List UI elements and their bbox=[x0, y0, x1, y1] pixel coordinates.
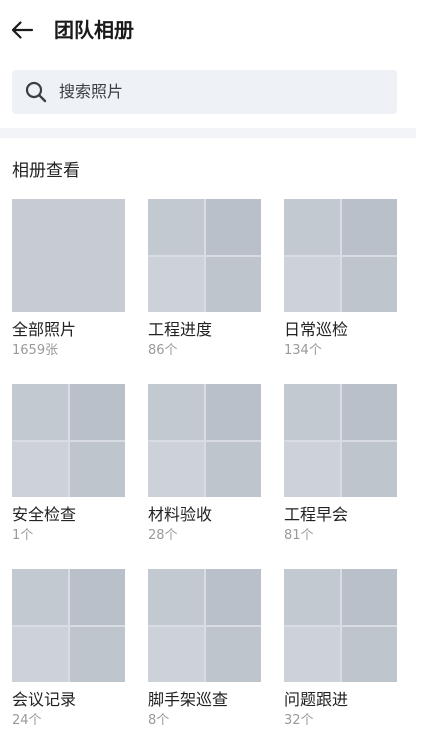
album-name: 安全检查 bbox=[12, 505, 77, 524]
search-placeholder: 搜索照片 bbox=[59, 82, 124, 101]
album-name: 会议记录 bbox=[12, 690, 77, 709]
cover-tile bbox=[341, 384, 397, 440]
cover-tile bbox=[148, 256, 204, 312]
album-cover bbox=[284, 569, 397, 682]
album-all-photos[interactable]: 全部照片 1659张 bbox=[12, 199, 125, 359]
album-safety-check[interactable]: 安全检查 1个 bbox=[12, 384, 125, 544]
cover-tile bbox=[205, 626, 261, 682]
album-name: 问题跟进 bbox=[284, 690, 349, 709]
album-cover bbox=[284, 384, 397, 497]
cover-tile bbox=[341, 199, 397, 255]
section-divider bbox=[0, 128, 416, 138]
header-bar: 团队相册 bbox=[0, 0, 436, 60]
album-name: 全部照片 bbox=[12, 320, 77, 339]
album-cover bbox=[12, 384, 125, 497]
album-progress[interactable]: 工程进度 86个 bbox=[148, 199, 261, 359]
cover-tile bbox=[148, 569, 204, 625]
page-title: 团队相册 bbox=[54, 18, 134, 42]
album-count: 24个 bbox=[12, 713, 42, 728]
cover-tile bbox=[69, 441, 125, 497]
cover-tile bbox=[69, 384, 125, 440]
cover-tile bbox=[69, 626, 125, 682]
album-cover bbox=[148, 384, 261, 497]
arrow-left-icon bbox=[11, 21, 34, 39]
album-count: 86个 bbox=[148, 343, 178, 358]
album-name: 材料验收 bbox=[148, 505, 213, 524]
cover-tile bbox=[12, 384, 68, 440]
cover-tile bbox=[12, 569, 68, 625]
album-material-acceptance[interactable]: 材料验收 28个 bbox=[148, 384, 261, 544]
album-cover bbox=[12, 569, 125, 682]
cover-tile bbox=[12, 626, 68, 682]
album-cover bbox=[284, 199, 397, 312]
album-name: 工程早会 bbox=[284, 505, 349, 524]
cover-tile bbox=[284, 384, 340, 440]
search-input[interactable]: 搜索照片 bbox=[12, 70, 397, 114]
album-cover bbox=[148, 199, 261, 312]
album-issue-followup[interactable]: 问题跟进 32个 bbox=[284, 569, 397, 729]
album-count: 1个 bbox=[12, 528, 34, 543]
back-button[interactable] bbox=[6, 14, 38, 46]
cover-tile bbox=[205, 384, 261, 440]
cover-tile bbox=[341, 569, 397, 625]
cover-tile bbox=[205, 256, 261, 312]
album-count: 81个 bbox=[284, 528, 314, 543]
album-meeting-records[interactable]: 会议记录 24个 bbox=[12, 569, 125, 729]
cover-tile bbox=[205, 441, 261, 497]
cover-tile bbox=[69, 569, 125, 625]
cover-tile bbox=[284, 626, 340, 682]
cover-tile bbox=[284, 569, 340, 625]
section-title: 相册查看 bbox=[12, 161, 80, 181]
album-morning-meeting[interactable]: 工程早会 81个 bbox=[284, 384, 397, 544]
album-cover bbox=[12, 199, 125, 312]
album-scaffold-inspection[interactable]: 脚手架巡查 8个 bbox=[148, 569, 261, 729]
cover-tile bbox=[341, 626, 397, 682]
album-count: 28个 bbox=[148, 528, 178, 543]
album-cover bbox=[148, 569, 261, 682]
album-name: 工程进度 bbox=[148, 320, 213, 339]
cover-tile bbox=[284, 441, 340, 497]
cover-tile bbox=[148, 384, 204, 440]
cover-tile bbox=[148, 626, 204, 682]
cover-tile bbox=[341, 256, 397, 312]
cover-tile bbox=[205, 199, 261, 255]
album-count: 1659张 bbox=[12, 343, 59, 358]
album-name: 日常巡检 bbox=[284, 320, 349, 339]
album-count: 32个 bbox=[284, 713, 314, 728]
cover-tile bbox=[148, 199, 204, 255]
cover-tile bbox=[205, 569, 261, 625]
album-count: 8个 bbox=[148, 713, 170, 728]
album-count: 134个 bbox=[284, 343, 322, 358]
cover-tile bbox=[148, 441, 204, 497]
cover-tile bbox=[284, 256, 340, 312]
cover-tile bbox=[284, 199, 340, 255]
cover-tile bbox=[341, 441, 397, 497]
album-name: 脚手架巡查 bbox=[148, 690, 229, 709]
search-icon bbox=[25, 81, 47, 103]
cover-tile bbox=[12, 441, 68, 497]
album-daily-inspection[interactable]: 日常巡检 134个 bbox=[284, 199, 397, 359]
